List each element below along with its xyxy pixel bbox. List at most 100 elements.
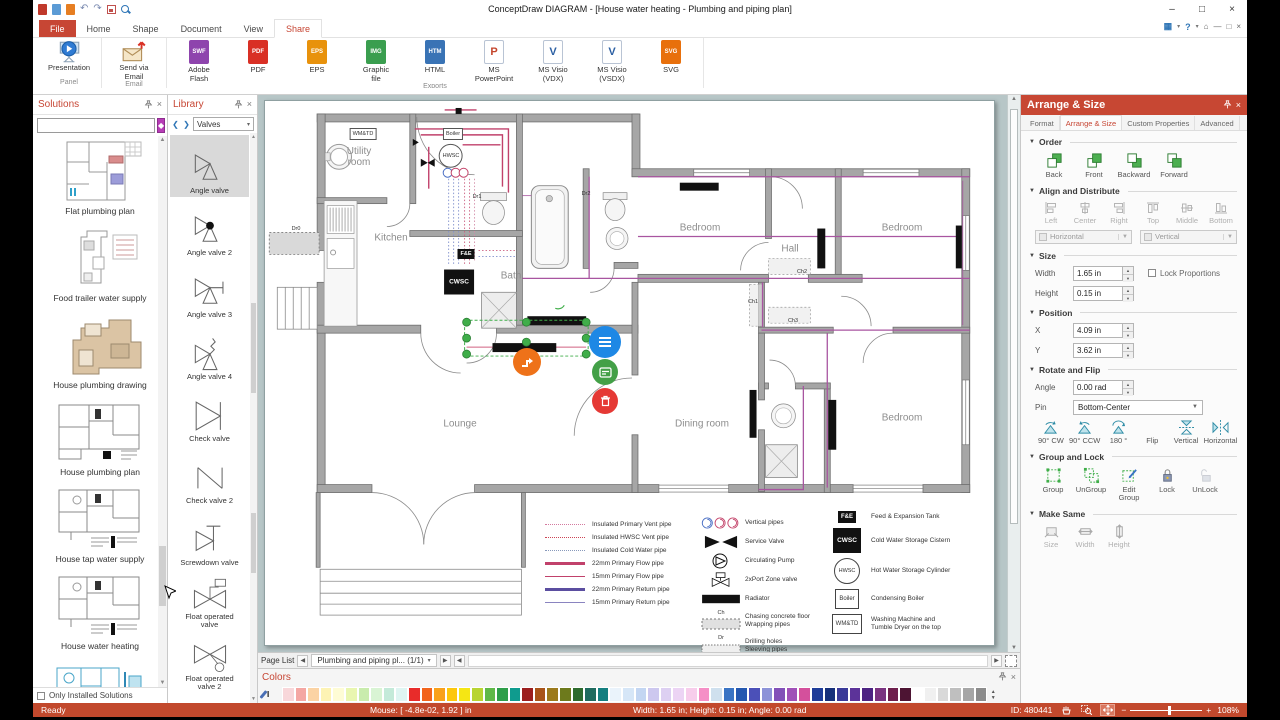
color-swatch[interactable] [698,687,711,702]
color-swatch[interactable] [559,687,572,702]
new-document-icon[interactable] [38,4,47,15]
library-next-icon[interactable]: ❯ [182,120,191,129]
open-document-icon[interactable] [52,4,61,15]
align-button[interactable]: Right [1103,201,1135,225]
canvas-vertical-scrollbar[interactable]: ▲ ▼ [1007,95,1020,652]
doc-home-icon[interactable]: ⌂ [1204,22,1209,31]
color-swatch[interactable] [597,687,610,702]
color-swatch[interactable] [912,687,925,702]
color-swatch[interactable] [534,687,547,702]
library-item[interactable]: Screwdown valve [170,507,249,569]
undo-icon[interactable]: ↶ [80,4,88,14]
library-category-select[interactable]: Valves ▾ [193,117,254,131]
angle-input[interactable] [1073,380,1123,395]
scroll-up-icon[interactable]: ▲ [158,137,167,143]
color-swatch[interactable] [949,687,962,702]
group-lock-button[interactable]: Lock [1149,467,1185,503]
color-swatch[interactable] [307,687,320,702]
color-swatch[interactable] [370,687,383,702]
make-same-button[interactable]: Height [1103,524,1135,549]
color-swatch[interactable] [521,687,534,702]
solution-item[interactable]: House water heating [33,575,167,662]
rotate-flip-button[interactable]: Flip [1136,420,1168,445]
collapse-icon[interactable]: ▼ [1029,511,1035,517]
canvas-horizontal-scrollbar[interactable] [468,655,988,667]
drawing-page[interactable]: Utility room Kitchen Bath Bedroom Hall B… [264,100,995,646]
order-button[interactable]: Backward [1115,152,1153,179]
color-swatch[interactable] [345,687,358,702]
color-swatch[interactable] [358,687,371,702]
library-item[interactable]: Float operated valve 2 [170,631,249,693]
library-item[interactable]: Angle valve 2 [170,197,249,259]
connector-action-button[interactable] [513,348,541,376]
color-swatch[interactable] [975,687,988,702]
y-input[interactable] [1073,343,1123,358]
solution-item[interactable] [33,662,167,687]
close-icon[interactable]: × [157,100,162,109]
color-swatch[interactable] [584,687,597,702]
color-swatch[interactable] [773,687,786,702]
height-input[interactable] [1073,286,1123,301]
y-stepper[interactable]: ▲▼ [1123,343,1134,358]
solution-item[interactable]: House plumbing drawing [33,314,167,401]
ribbon-tab[interactable]: Home [76,20,122,37]
close-icon[interactable]: × [1236,101,1241,110]
library-item[interactable]: Angle valve [170,135,249,197]
rotate-flip-button[interactable]: 180 ° [1103,420,1135,445]
hscroll-left-icon[interactable]: ◀ [454,655,465,667]
pin-select[interactable]: Bottom-Center▼ [1073,400,1203,415]
arrange-tab[interactable]: Format [1025,116,1060,130]
color-swatch[interactable] [421,687,434,702]
rotate-flip-button[interactable]: 90° CCW [1069,420,1101,445]
save-icon[interactable] [107,5,116,14]
presentation-button[interactable]: Presentation [44,40,94,73]
canvas-viewport[interactable]: Utility room Kitchen Bath Bedroom Hall B… [258,95,1020,652]
arrange-tab[interactable]: Custom Properties [1122,116,1195,130]
group-lock-button[interactable]: Group [1035,467,1071,503]
collapse-icon[interactable]: ▼ [1029,253,1035,259]
export-button[interactable]: V MS Visio (VDX) [528,40,578,83]
library-item[interactable]: Check valve [170,383,249,445]
color-swatch[interactable] [735,687,748,702]
align-button[interactable]: Left [1035,201,1067,225]
color-swatch[interactable] [887,687,900,702]
order-button[interactable]: Forward [1155,152,1193,179]
group-lock-button[interactable]: Edit Group [1111,467,1147,503]
solution-item[interactable]: Flat plumbing plan [33,140,167,227]
order-button[interactable]: Front [1075,152,1113,179]
ribbon-tab[interactable]: File [39,20,76,37]
scroll-up-icon[interactable]: ▲ [1008,96,1020,102]
close-icon[interactable]: × [247,100,252,109]
group-lock-button[interactable]: UnLock [1187,467,1223,503]
color-swatch[interactable] [824,687,837,702]
color-swatch[interactable] [546,687,559,702]
width-stepper[interactable]: ▲▼ [1123,266,1134,281]
scroll-up-icon[interactable]: ▲ [250,134,257,140]
solution-item[interactable]: House plumbing plan [33,401,167,488]
doc-restore-icon[interactable]: □ [1226,22,1231,31]
collapse-icon[interactable]: ▼ [1029,188,1035,194]
x-stepper[interactable]: ▲▼ [1123,323,1134,338]
library-item[interactable]: Angle valve 3 [170,259,249,321]
close-icon[interactable]: × [1011,673,1016,682]
pin-icon[interactable] [1223,100,1232,110]
color-swatch[interactable] [332,687,345,702]
color-swatch[interactable] [395,687,408,702]
scroll-down-icon[interactable]: ▼ [158,680,167,686]
zoom-out-icon[interactable]: − [1121,705,1126,715]
rotate-flip-button[interactable]: Vertical [1170,420,1202,445]
library-item[interactable]: Angle valve 4 [170,321,249,383]
color-swatch[interactable] [761,687,774,702]
library-scrollbar[interactable]: ▲ ▼ [250,133,257,703]
menu-action-button[interactable] [589,326,621,358]
color-swatch[interactable] [798,687,811,702]
color-swatch[interactable] [509,687,522,702]
width-input[interactable] [1073,266,1123,281]
export-button[interactable]: P MS PowerPoint [469,40,519,83]
maximize-button[interactable]: □ [1187,4,1217,15]
color-swatch[interactable] [786,687,799,702]
colors-spinner[interactable]: ▲▼ [987,689,999,701]
make-same-button[interactable]: Size [1035,524,1067,549]
color-swatch[interactable] [685,687,698,702]
solution-item[interactable]: Food trailer water supply [33,227,167,314]
